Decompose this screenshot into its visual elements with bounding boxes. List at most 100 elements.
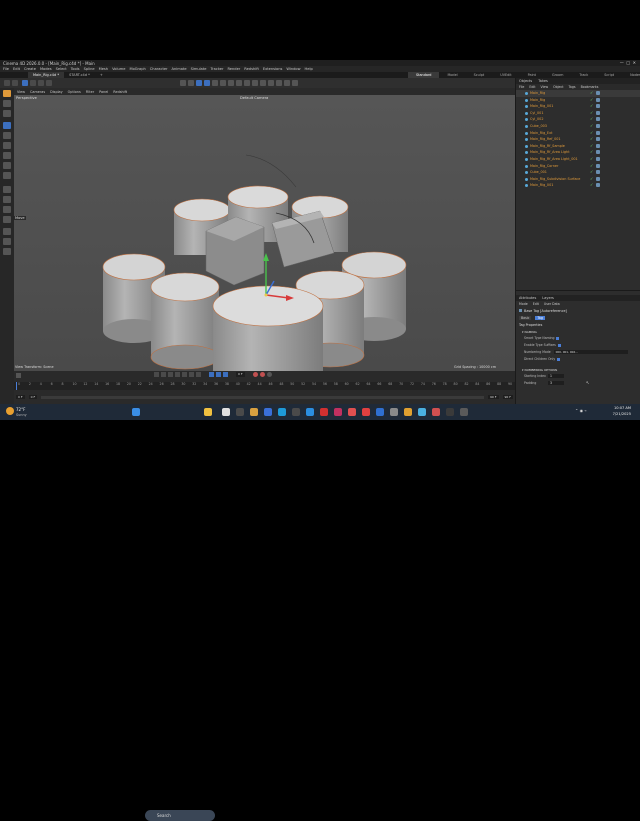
scale-tool-icon[interactable] — [3, 142, 11, 149]
numbering-mode-dropdown[interactable]: 000, 001, 002... — [553, 350, 628, 354]
clock-time[interactable]: 10:07 AM — [605, 406, 631, 410]
go-to-end-icon[interactable] — [196, 372, 201, 377]
object-menu-item-2[interactable]: View — [541, 85, 549, 89]
object-list-item[interactable]: Cyl_002 ✓ — [516, 116, 640, 123]
subtab-tag[interactable]: Tag — [535, 316, 545, 320]
task-view-icon[interactable] — [222, 408, 230, 416]
record-active-icon[interactable] — [259, 372, 265, 377]
object-menu-item-0[interactable]: File — [519, 85, 524, 89]
locking-icon[interactable] — [3, 216, 11, 223]
viewport-menu-item-4[interactable]: Filter — [86, 90, 94, 94]
object-panel-tab-0[interactable]: Objects — [519, 79, 532, 83]
app-icon-12[interactable] — [404, 408, 412, 416]
visibility-check-icon[interactable]: ✓ — [590, 176, 593, 181]
app-icon-15[interactable] — [446, 408, 454, 416]
visibility-check-icon[interactable]: ✓ — [590, 163, 593, 168]
range-slider[interactable] — [41, 395, 484, 399]
viewport-menu-item-5[interactable]: Panel — [99, 90, 108, 94]
object-list-item[interactable]: Main_Rig_Rf_Sample ✓ — [516, 143, 640, 150]
subtab-basic[interactable]: Basic — [519, 316, 532, 320]
tag-icon[interactable] — [596, 110, 600, 115]
tray-icons[interactable]: ⌃ ◉ ⌁ — [575, 408, 587, 413]
menu-item-14[interactable]: Render — [227, 67, 240, 71]
menu-item-13[interactable]: Tracker — [211, 67, 224, 71]
object-list-item[interactable]: Main_Rig_Rf_Area Light_001 ✓ — [516, 156, 640, 163]
visibility-check-icon[interactable]: ✓ — [590, 123, 593, 128]
attributes-tab-1[interactable]: Layers — [542, 296, 554, 300]
keyframe-selection-icon[interactable] — [223, 372, 228, 377]
property-checkbox[interactable] — [557, 357, 561, 361]
app-icon-11[interactable] — [390, 408, 398, 416]
preview-start-field[interactable]: 0 F — [28, 395, 38, 399]
menu-item-7[interactable]: Mesh — [99, 67, 108, 71]
app-icon-4[interactable] — [292, 408, 300, 416]
object-list-item[interactable]: Main_Rig_Corner ✓ — [516, 163, 640, 170]
render-view-icon[interactable] — [180, 80, 186, 86]
pen-icon[interactable] — [212, 80, 218, 86]
naming-section[interactable]: ▾ NAMING — [522, 330, 537, 334]
axis-icon[interactable] — [3, 186, 11, 193]
weather-desc[interactable]: Sunny — [16, 413, 27, 417]
snap-icon[interactable] — [3, 196, 11, 203]
knife-icon[interactable] — [3, 228, 11, 235]
menu-item-8[interactable]: Volume — [112, 67, 125, 71]
tag-icon[interactable] — [596, 137, 600, 142]
generator-icon[interactable] — [236, 80, 242, 86]
edge-icon[interactable] — [278, 408, 286, 416]
edges-mode-icon[interactable] — [3, 162, 11, 169]
visibility-check-icon[interactable]: ✓ — [590, 103, 593, 108]
playhead[interactable] — [16, 382, 17, 390]
menu-item-11[interactable]: Animate — [172, 67, 187, 71]
next-frame-icon[interactable] — [182, 372, 187, 377]
move-icon[interactable] — [30, 80, 36, 86]
points-mode-icon[interactable] — [3, 152, 11, 159]
tag-icon[interactable] — [596, 117, 600, 122]
visibility-check-icon[interactable]: ✓ — [590, 169, 593, 174]
object-list-item[interactable]: Main_Rig ✓ — [516, 90, 640, 97]
cube-icon[interactable] — [204, 80, 210, 86]
preview-end-field[interactable]: 90 F — [488, 395, 499, 399]
play-icon[interactable] — [175, 372, 180, 377]
menu-item-18[interactable]: Help — [305, 67, 313, 71]
tag-icon[interactable] — [596, 170, 600, 175]
app-icon-2[interactable] — [250, 408, 258, 416]
visibility-check-icon[interactable]: ✓ — [590, 97, 593, 102]
object-panel-tab-1[interactable]: Takes — [538, 79, 548, 83]
menu-item-4[interactable]: Select — [56, 67, 67, 71]
tag-icon[interactable] — [596, 91, 600, 95]
viewport-menu-item-0[interactable]: View — [17, 90, 25, 94]
app-icon-14[interactable] — [432, 408, 440, 416]
menu-item-5[interactable]: Tools — [71, 67, 80, 71]
object-list-item[interactable]: Main_Rig_Ext ✓ — [516, 130, 640, 137]
visibility-check-icon[interactable]: ✓ — [590, 149, 593, 154]
file-explorer-icon[interactable] — [204, 408, 212, 416]
tag-icon[interactable] — [596, 183, 600, 188]
render-icon[interactable] — [188, 80, 194, 86]
tag-icon[interactable] — [596, 157, 600, 161]
autokey-icon[interactable] — [216, 372, 221, 377]
motion-record-icon[interactable] — [266, 372, 272, 377]
object-list-item[interactable]: Cube_001 ✓ — [516, 169, 640, 176]
object-list-item[interactable]: Main_Rig_001 ✓ — [516, 103, 640, 110]
paint-icon[interactable] — [3, 248, 11, 255]
rotate-icon[interactable] — [46, 80, 52, 86]
tag-icon[interactable] — [596, 104, 600, 109]
menu-item-6[interactable]: Spline — [84, 67, 95, 71]
menu-item-1[interactable]: Edit — [13, 67, 20, 71]
record-key-icon[interactable] — [209, 372, 214, 377]
move-tool-icon[interactable] — [3, 122, 11, 129]
3d-viewport[interactable]: Perspective Default Camera Move View Tra… — [14, 95, 515, 371]
object-list-item[interactable]: Main_Rig_001 ✓ — [516, 182, 640, 189]
camera-icon[interactable] — [268, 80, 274, 86]
menu-item-16[interactable]: Extensions — [263, 67, 283, 71]
app-icon-1[interactable] — [236, 408, 244, 416]
menu-item-3[interactable]: Modes — [40, 67, 52, 71]
object-mode-icon[interactable] — [3, 100, 11, 107]
app-icon-5[interactable] — [306, 408, 314, 416]
live-select-icon[interactable] — [22, 80, 28, 86]
object-list-item[interactable]: Main_Rig ✓ — [516, 97, 640, 104]
windows-start-icon[interactable] — [132, 408, 140, 416]
rotate-tool-icon[interactable] — [3, 132, 11, 139]
brush-icon[interactable] — [3, 238, 11, 245]
tag-icon[interactable] — [292, 80, 298, 86]
